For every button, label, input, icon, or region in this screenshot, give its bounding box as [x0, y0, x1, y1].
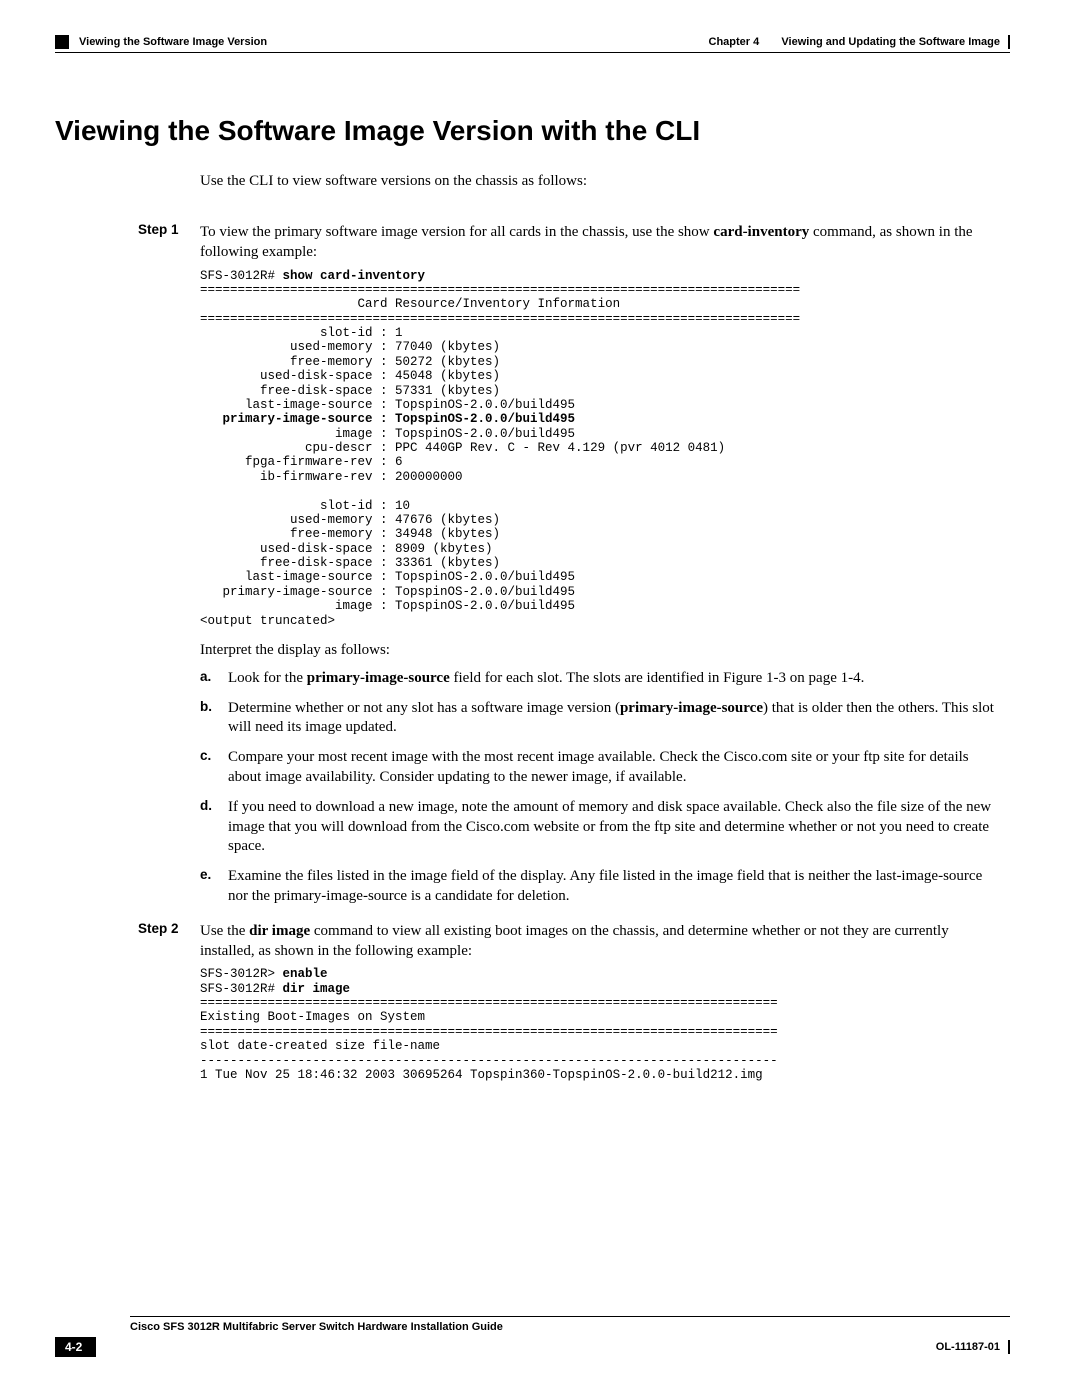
code-block-2: SFS-3012R> enable SFS-3012R# dir image =… — [200, 967, 1010, 1082]
list-item-e: e. Examine the files listed in the image… — [200, 867, 1000, 907]
step-1-label: Step 1 — [138, 222, 200, 263]
list-item-b: b. Determine whether or not any slot has… — [200, 699, 1000, 739]
list-item-a: a. Look for the primary-image-source fie… — [200, 669, 1000, 689]
step-2: Step 2 Use the dir image command to view… — [55, 921, 1010, 962]
page-number-badge: 4-2 — [55, 1337, 96, 1357]
page-footer: Cisco SFS 3012R Multifabric Server Switc… — [55, 1316, 1010, 1357]
intro-text: Use the CLI to view software versions on… — [200, 173, 1000, 190]
list-item-d: d. If you need to download a new image, … — [200, 798, 1000, 857]
footer-book-title: Cisco SFS 3012R Multifabric Server Switc… — [130, 1321, 1010, 1333]
section-title: Viewing the Software Image Version with … — [55, 115, 1010, 147]
header-marker-icon — [55, 35, 69, 49]
footer-tick-icon — [1008, 1340, 1010, 1354]
doc-number: OL-11187-01 — [936, 1340, 1010, 1354]
header-section: Viewing the Software Image Version — [79, 36, 267, 48]
header-rule — [55, 52, 1010, 53]
step-1-text: To view the primary software image versi… — [200, 222, 1000, 263]
step-1: Step 1 To view the primary software imag… — [55, 222, 1010, 263]
step-2-label: Step 2 — [138, 921, 200, 962]
interpret-text: Interpret the display as follows: — [200, 642, 1010, 659]
header-tick-icon — [1008, 35, 1010, 49]
code-block-1: SFS-3012R# show card-inventory =========… — [200, 269, 1010, 628]
header-chapter-title: Viewing and Updating the Software Image — [781, 36, 1000, 48]
footer-rule — [130, 1316, 1010, 1317]
header-chapter-prefix: Chapter 4 — [709, 36, 760, 48]
step-2-text: Use the dir image command to view all ex… — [200, 921, 1000, 962]
page-header: Viewing the Software Image Version Chapt… — [55, 35, 1010, 49]
list-item-c: c. Compare your most recent image with t… — [200, 748, 1000, 788]
